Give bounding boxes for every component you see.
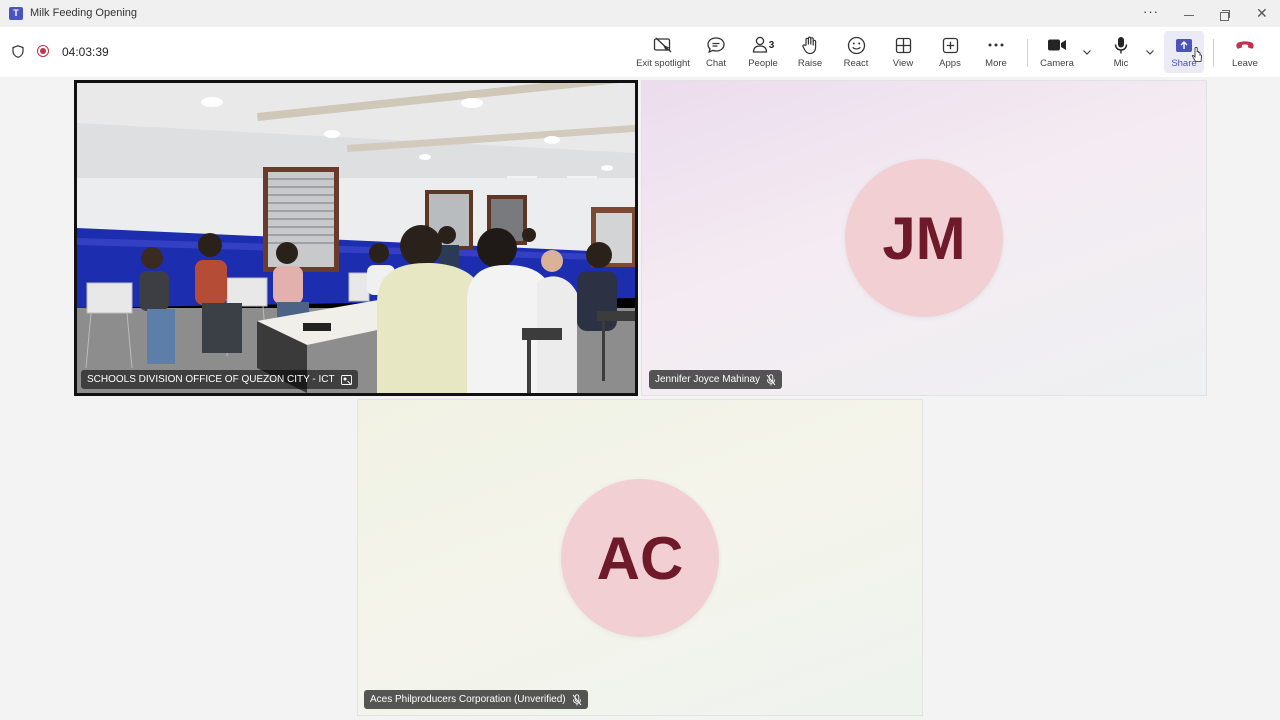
participant-name-tag: SCHOOLS DIVISION OFFICE OF QUEZON CITY -… <box>81 370 358 389</box>
toolbar-divider <box>1213 39 1214 67</box>
restore-button[interactable] <box>1219 9 1231 21</box>
teams-logo-icon: T <box>9 7 23 20</box>
participant-tile[interactable]: JM Jennifer Joyce Mahinay <box>641 80 1207 396</box>
spotlight-icon <box>340 374 352 385</box>
participant-name-tag: Aces Philproducers Corporation (Unverifi… <box>364 690 588 709</box>
chat-button[interactable]: Chat <box>689 31 743 73</box>
people-icon: 3 <box>748 34 778 56</box>
camera-label: Camera <box>1040 58 1074 69</box>
chat-icon <box>703 34 729 56</box>
mic-off-icon <box>766 373 776 385</box>
apps-icon <box>937 34 963 56</box>
people-button[interactable]: 3 People <box>736 31 790 73</box>
toolbar-divider <box>1027 39 1028 67</box>
participant-name: Jennifer Joyce Mahinay <box>655 374 761 385</box>
recording-indicator-icon <box>37 45 49 57</box>
raise-hand-icon <box>797 34 823 56</box>
title-bar: T Milk Feeding Opening ··· ✕ <box>0 0 1280 27</box>
leave-label: Leave <box>1232 58 1258 69</box>
exit-spotlight-label: Exit spotlight <box>636 58 690 69</box>
avatar: JM <box>845 159 1003 317</box>
exit-spotlight-icon <box>650 34 676 56</box>
avatar: AC <box>561 479 719 637</box>
view-grid-icon <box>890 34 916 56</box>
participant-name: SCHOOLS DIVISION OFFICE OF QUEZON CITY -… <box>87 374 335 385</box>
react-icon <box>843 34 869 56</box>
participant-name-tag: Jennifer Joyce Mahinay <box>649 370 783 389</box>
camera-icon <box>1044 34 1070 56</box>
mouse-pointer-icon <box>1192 47 1202 62</box>
leave-button[interactable]: Leave <box>1218 31 1272 73</box>
meeting-toolbar: 04:03:39 Exit spotlight Chat 3 People Ra… <box>0 27 1280 77</box>
leave-phone-icon <box>1232 34 1258 56</box>
exit-spotlight-button[interactable]: Exit spotlight <box>636 31 690 73</box>
camera-button[interactable]: Camera <box>1030 31 1084 73</box>
close-window-button[interactable]: ✕ <box>1256 6 1268 20</box>
window-title: Milk Feeding Opening <box>30 7 138 19</box>
people-label: People <box>748 58 778 69</box>
more-icon <box>983 34 1009 56</box>
shield-icon[interactable] <box>12 45 24 58</box>
raise-label: Raise <box>797 58 823 69</box>
titlebar-more-icon[interactable]: ··· <box>1143 4 1159 19</box>
people-count: 3 <box>768 39 775 51</box>
participant-name: Aces Philproducers Corporation (Unverifi… <box>370 694 566 705</box>
participant-video-tile[interactable]: SCHOOLS DIVISION OFFICE OF QUEZON CITY -… <box>74 80 638 396</box>
mic-icon <box>1108 34 1134 56</box>
react-label: React <box>843 58 869 69</box>
view-label: View <box>892 58 914 69</box>
mic-off-icon <box>572 693 582 705</box>
chat-label: Chat <box>705 58 727 69</box>
apps-label: Apps <box>939 58 961 69</box>
more-button[interactable]: More <box>969 31 1023 73</box>
react-button[interactable]: React <box>829 31 883 73</box>
meeting-timer: 04:03:39 <box>62 45 109 59</box>
more-label: More <box>985 58 1007 69</box>
mic-options-chevron-down-icon[interactable] <box>1145 47 1155 57</box>
camera-options-chevron-down-icon[interactable] <box>1082 47 1092 57</box>
participant-tile[interactable]: AC Aces Philproducers Corporation (Unver… <box>357 399 923 716</box>
minimize-button[interactable] <box>1183 9 1195 21</box>
view-button[interactable]: View <box>876 31 930 73</box>
mic-label: Mic <box>1113 58 1129 69</box>
mic-button[interactable]: Mic <box>1094 31 1148 73</box>
conference-room-video-frame <box>77 83 635 393</box>
